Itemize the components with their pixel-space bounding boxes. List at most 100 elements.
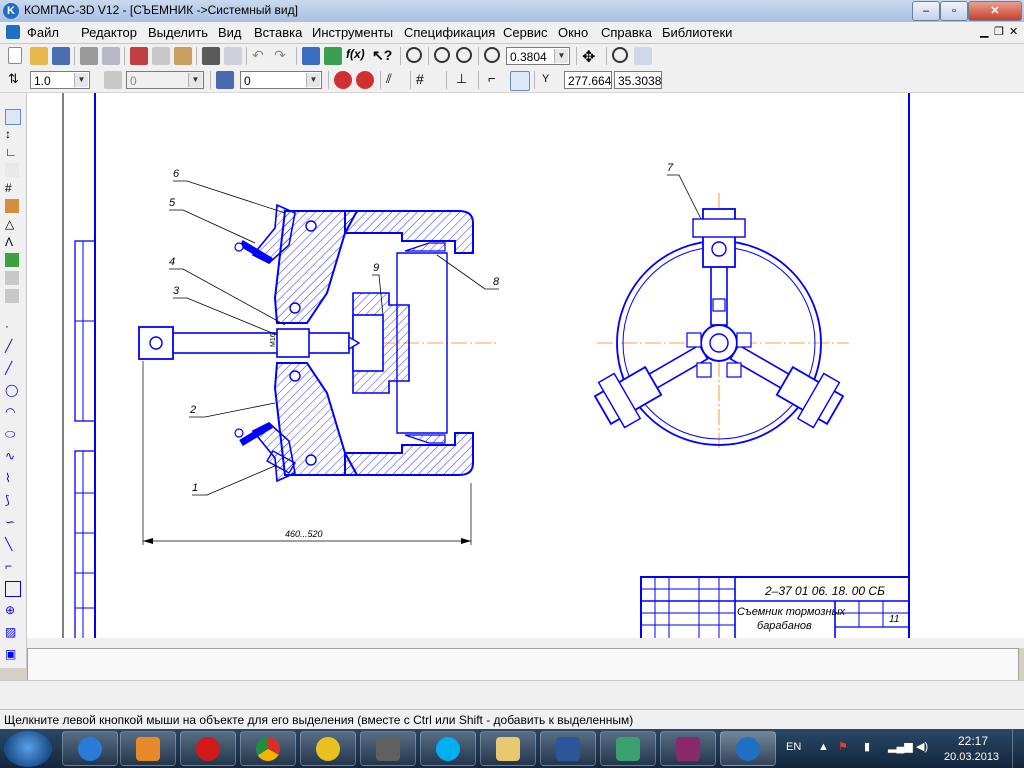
hatch-tool-icon[interactable]: ▨ [5, 625, 19, 639]
maximize-button[interactable]: ▫ [940, 1, 968, 21]
open-folder-icon[interactable] [30, 47, 48, 65]
show-desktop-button[interactable] [1012, 729, 1024, 768]
mdi-close-button[interactable]: ✕ [1009, 25, 1018, 38]
menu-help[interactable]: Справка [601, 25, 652, 40]
ortho-mode-icon[interactable]: ⌐ [488, 71, 506, 89]
menu-editor[interactable]: Редактор [81, 25, 137, 40]
horizontal-scrollbar[interactable] [27, 638, 1024, 648]
chevron-down-icon[interactable]: ▼ [306, 73, 320, 87]
equidistant-tool-icon[interactable]: ▣ [5, 647, 19, 661]
menu-tools[interactable]: Инструменты [312, 25, 393, 40]
taskbar-opera-button[interactable] [180, 731, 236, 766]
round-coords-icon[interactable] [510, 71, 530, 91]
title-block[interactable]: 2–37 01 06. 18. 00 СБ Съемник тормозных … [640, 576, 910, 638]
tray-expand-icon[interactable]: ▲ [818, 741, 829, 753]
contour-tool-icon[interactable]: ⊕ [5, 603, 19, 617]
help-pointer-icon[interactable]: ↖? [372, 47, 392, 65]
language-indicator[interactable]: EN [786, 741, 801, 753]
taskbar-ie-button[interactable] [62, 731, 118, 766]
start-button[interactable] [4, 731, 52, 767]
parametrization-panel-icon[interactable]: # [5, 181, 19, 195]
menu-select[interactable]: Выделить [148, 25, 208, 40]
copy-icon[interactable] [152, 47, 170, 65]
layer-field[interactable]: 0 ▼ [240, 71, 322, 89]
screw-body[interactable] [170, 332, 350, 354]
circle-tool-icon[interactable]: ◯ [5, 383, 19, 397]
taskbar-explorer-button[interactable] [480, 731, 536, 766]
menu-service[interactable]: Сервис [503, 25, 548, 40]
orthogonal-icon[interactable]: ⫽ [386, 71, 404, 89]
rectangle-tool-icon[interactable] [5, 581, 21, 597]
menu-view[interactable]: Вид [218, 25, 242, 40]
geometry-panel-icon[interactable] [5, 109, 21, 125]
designations-panel-icon[interactable]: ∟ [5, 145, 19, 159]
pan-icon[interactable]: ✥ [582, 47, 600, 66]
grid-scale-icon[interactable]: ⇅ [8, 71, 26, 89]
taskbar-winrar-button[interactable] [660, 731, 716, 766]
pin[interactable] [305, 454, 317, 466]
taskbar-tanks-button[interactable] [360, 731, 416, 766]
pin[interactable] [289, 370, 301, 382]
frame-top[interactable] [344, 210, 474, 254]
chamfer-tool-icon[interactable]: ⌐ [5, 559, 19, 573]
save-icon[interactable] [52, 47, 70, 65]
ellipse-tool-icon[interactable]: ⬭ [5, 427, 19, 441]
network-icon[interactable]: ▮ [864, 740, 870, 753]
pin[interactable] [305, 220, 317, 232]
mdi-restore-button[interactable]: ❐ [994, 25, 1004, 38]
polyline-tool-icon[interactable]: ⌇ [5, 471, 19, 485]
zoom-in-icon[interactable] [406, 47, 422, 63]
dimensions-panel-icon[interactable]: ↕ [5, 127, 19, 141]
edit-panel-icon[interactable] [5, 163, 19, 177]
grip-top[interactable] [702, 208, 736, 268]
taskbar-kompas-drawing-button[interactable] [600, 731, 656, 766]
doc-icon[interactable] [6, 25, 20, 39]
cursor-x-field[interactable]: 277.664 [564, 71, 612, 89]
specification-panel-icon[interactable] [5, 253, 19, 267]
variables-icon[interactable] [324, 47, 342, 65]
chevron-down-icon[interactable]: ▼ [74, 73, 88, 87]
mdi-minimize-button[interactable]: ▁ [980, 25, 988, 38]
paste-icon[interactable] [174, 47, 192, 65]
menu-libraries[interactable]: Библиотеки [662, 25, 732, 40]
action-center-icon[interactable]: ⚑ [838, 740, 848, 753]
insert-panel-icon[interactable] [5, 289, 19, 303]
format-brush-icon[interactable] [202, 47, 220, 65]
style-field[interactable]: 0 ▼ [126, 71, 204, 89]
clock-time[interactable]: 22:17 [958, 734, 988, 748]
measure-panel-icon[interactable] [5, 199, 19, 213]
refresh-view-icon[interactable] [634, 47, 652, 65]
menu-specification[interactable]: Спецификация [404, 25, 495, 40]
reports-panel-icon[interactable] [5, 271, 19, 285]
cursor-y-field[interactable]: 35.3038 [614, 71, 662, 89]
taskbar-daemon-button[interactable] [300, 731, 356, 766]
line-scale-field[interactable]: 1.0 ▼ [30, 71, 90, 89]
zoom-window-icon[interactable] [434, 47, 450, 63]
undo-icon[interactable]: ↶ [252, 47, 270, 65]
drawing-svg[interactable]: M16 460...520 1 2 3 4 5 6 7 8 9 2–37 01 … [27, 93, 1024, 638]
taskbar-word-button[interactable] [540, 731, 596, 766]
signal-icon[interactable]: ▂▄▆ [888, 740, 913, 753]
property-panel[interactable] [27, 648, 1019, 682]
screw-nut[interactable] [276, 328, 310, 358]
properties-icon[interactable] [224, 47, 242, 65]
volume-icon[interactable]: ◀) [916, 740, 928, 753]
snap-magnet-icon[interactable] [334, 71, 352, 89]
taskbar-chrome-button[interactable] [240, 731, 296, 766]
arc-tool-icon[interactable]: ◠ [5, 405, 19, 419]
chevron-down-icon[interactable]: ▼ [188, 73, 202, 87]
new-document-icon[interactable] [8, 47, 22, 64]
manager-icon[interactable] [302, 47, 320, 65]
menu-window[interactable]: Окно [558, 25, 588, 40]
grid-icon[interactable]: # [416, 71, 434, 89]
function-icon[interactable]: f(x) [346, 47, 365, 65]
state-icon[interactable] [104, 71, 122, 89]
close-button[interactable]: ✕ [968, 1, 1022, 21]
bezier-tool-icon[interactable]: ⟆ [5, 493, 19, 507]
menu-insert[interactable]: Вставка [254, 25, 302, 40]
local-cs-icon[interactable]: ⊥ [456, 71, 474, 89]
print-icon[interactable] [80, 47, 98, 65]
front-view[interactable]: M16 460...520 [138, 203, 497, 545]
taskbar-skype-button[interactable] [420, 731, 476, 766]
segment-tool-icon[interactable]: ╱ [5, 361, 19, 375]
